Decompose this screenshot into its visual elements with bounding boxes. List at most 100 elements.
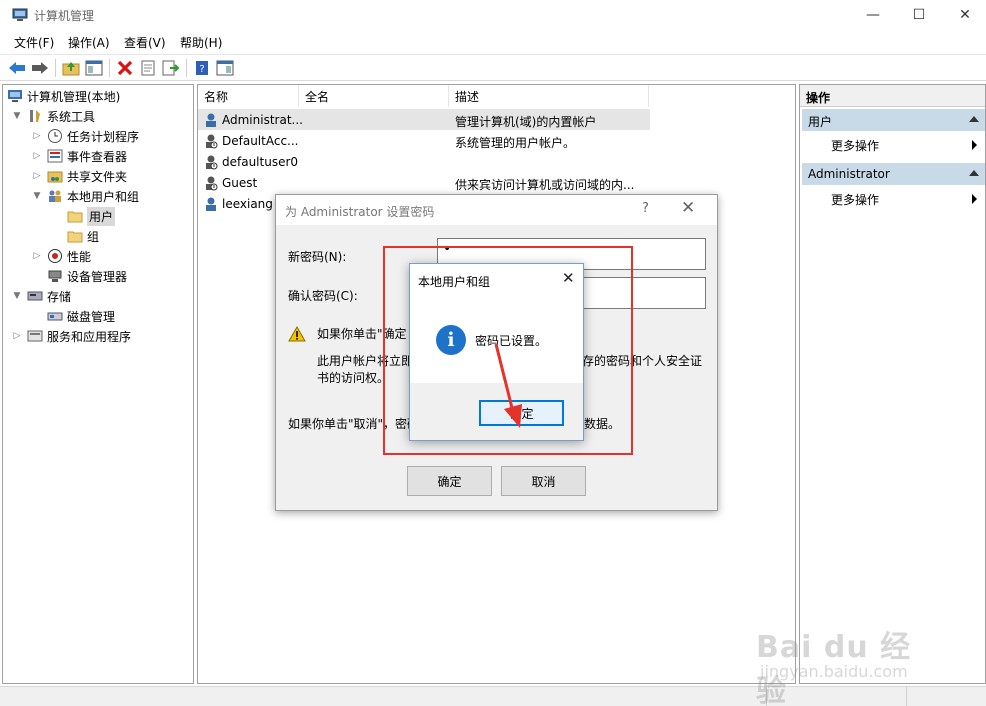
menu-action[interactable]: 操作(A) [68, 34, 110, 51]
user-icon [206, 197, 216, 211]
action-section-administrator[interactable]: Administrator [802, 163, 985, 185]
action-section-users[interactable]: 用户 [802, 109, 985, 131]
dialog-title: 为 Administrator 设置密码 [285, 205, 435, 219]
message-box-close-icon[interactable]: ✕ [562, 269, 575, 287]
tree-root[interactable]: 计算机管理(本地) [7, 86, 120, 106]
device-manager-icon [47, 268, 63, 284]
minimize-button[interactable]: — [850, 0, 896, 30]
console-tree-icon [85, 60, 103, 76]
cancel-button[interactable]: 取消 [501, 466, 586, 496]
tree-item-performance[interactable]: ▷ 性能 [31, 246, 91, 266]
action-more-actions-users[interactable]: 更多操作 [831, 137, 981, 154]
disk-management-icon [47, 308, 63, 324]
svg-text:?: ? [199, 64, 204, 75]
delete-x-icon [117, 60, 133, 76]
expand-chevron-icon[interactable]: ▷ [11, 330, 23, 342]
tree-item-disk-management[interactable]: 磁盘管理 [47, 306, 115, 326]
computer-management-icon [12, 8, 28, 21]
folder-icon [67, 228, 83, 244]
menu-file[interactable]: 文件(F) [14, 34, 54, 51]
column-description[interactable]: 描述 [449, 85, 649, 107]
collapse-up-icon [969, 170, 979, 176]
event-viewer-icon [47, 148, 63, 164]
up-folder-icon [62, 62, 80, 76]
collapse-chevron-icon[interactable]: ▼ [11, 290, 23, 302]
menu-help[interactable]: 帮助(H) [180, 34, 222, 51]
message-ok-button[interactable]: 确定 [479, 400, 564, 426]
export-icon [162, 60, 180, 76]
watermark-url: jingyan.baidu.com [760, 662, 908, 681]
password-set-message-box: 本地用户和组 ✕ i 密码已设置。 确定 [409, 263, 584, 441]
new-password-label: 新密码(N): [288, 250, 347, 264]
ok-button[interactable]: 确定 [407, 466, 492, 496]
delete-button[interactable] [115, 58, 135, 78]
tree-item-event-viewer[interactable]: ▷ 事件查看器 [31, 146, 127, 166]
menu-bar: 文件(F) 操作(A) 查看(V) 帮助(H) [0, 31, 986, 53]
message-box-title: 本地用户和组 [418, 275, 491, 289]
message-box-footer: 确定 [410, 383, 583, 440]
close-icon: ✕ [959, 7, 971, 23]
user-disabled-icon [206, 134, 218, 149]
message-text: 密码已设置。 [475, 334, 548, 348]
action-pane-icon [216, 60, 234, 76]
properties-button[interactable] [138, 58, 158, 78]
back-arrow-icon [9, 62, 25, 74]
window-titlebar: 计算机管理 — ☐ ✕ [0, 0, 986, 30]
dialog-close-icon[interactable]: ✕ [681, 198, 695, 218]
list-row-defaultuser0[interactable]: defaultuser0 [198, 151, 650, 172]
expand-chevron-icon[interactable]: ▷ [31, 250, 43, 262]
expand-chevron-icon[interactable]: ▷ [31, 150, 43, 162]
tree-item-shared-folders[interactable]: ▷ 共享文件夹 [31, 166, 127, 186]
actions-title: 操作 [800, 85, 985, 107]
back-button[interactable] [7, 58, 27, 78]
tree-item-local-users-groups[interactable]: ▼ 本地用户和组 [31, 186, 139, 206]
tools-icon [27, 108, 43, 124]
show-hide-tree-button[interactable] [84, 58, 104, 78]
user-disabled-icon [206, 176, 218, 191]
tree-item-groups[interactable]: 组 [67, 226, 99, 246]
collapse-chevron-icon[interactable]: ▼ [11, 110, 23, 122]
user-disabled-icon [206, 155, 218, 170]
help-icon[interactable]: ? [642, 201, 649, 216]
expand-chevron-icon[interactable]: ▷ [31, 170, 43, 182]
column-fullname[interactable]: 全名 [299, 85, 449, 107]
tree-item-services-apps[interactable]: ▷ 服务和应用程序 [11, 326, 131, 346]
tree-item-users[interactable]: 用户 [67, 206, 116, 226]
list-row-guest[interactable]: Guest 供来宾访问计算机或访问域的内... [198, 172, 650, 193]
folder-icon [67, 208, 83, 224]
collapse-up-icon [969, 116, 979, 122]
collapse-chevron-icon[interactable]: ▼ [31, 190, 43, 202]
list-row-administrator[interactable]: Administrat... 管理计算机(域)的内置帐户 [198, 109, 650, 130]
confirm-password-label: 确认密码(C): [288, 289, 358, 303]
menu-view[interactable]: 查看(V) [124, 34, 166, 51]
maximize-button[interactable]: ☐ [896, 0, 942, 30]
actions-pane: 操作 用户 更多操作 Administrator 更多操作 [799, 84, 986, 684]
show-action-pane-button[interactable] [215, 58, 235, 78]
baidu-watermark: Bai du 经验 jingyan.baidu.com [756, 616, 938, 706]
properties-icon [141, 60, 155, 76]
services-icon [27, 328, 43, 344]
tree-item-storage[interactable]: ▼ 存储 [11, 286, 71, 306]
shared-folder-icon [47, 168, 63, 184]
expand-chevron-icon[interactable]: ▷ [31, 130, 43, 142]
up-folder-button[interactable] [61, 58, 81, 78]
computer-management-icon [7, 88, 23, 104]
window-title: 计算机管理 [34, 9, 95, 23]
column-name[interactable]: 名称 [198, 85, 299, 107]
user-icon [206, 113, 216, 127]
dialog-titlebar: 为 Administrator 设置密码 ? ✕ [276, 195, 717, 225]
tree-item-system-tools[interactable]: ▼ 系统工具 [11, 106, 95, 126]
help-button[interactable]: ? [192, 58, 212, 78]
tree-item-task-scheduler[interactable]: ▷ 任务计划程序 [31, 126, 139, 146]
forward-arrow-icon [32, 62, 48, 74]
tree-item-device-manager[interactable]: 设备管理器 [47, 266, 127, 286]
performance-icon [47, 248, 63, 264]
close-window-button[interactable]: ✕ [942, 0, 986, 30]
list-row-defaultaccount[interactable]: DefaultAcc... 系统管理的用户帐户。 [198, 130, 650, 151]
action-more-actions-administrator[interactable]: 更多操作 [831, 191, 981, 208]
minimize-icon: — [866, 7, 880, 23]
export-list-button[interactable] [161, 58, 181, 78]
forward-button[interactable] [30, 58, 50, 78]
submenu-arrow-icon [972, 140, 977, 150]
help-book-icon: ? [196, 61, 208, 75]
